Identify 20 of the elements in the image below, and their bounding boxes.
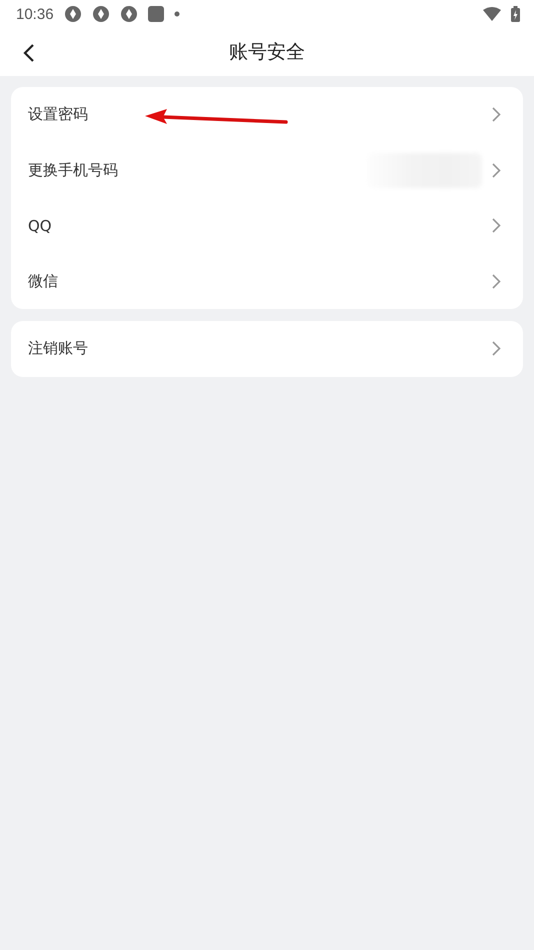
battery-icon bbox=[511, 6, 520, 22]
notification-icon bbox=[64, 5, 82, 23]
settings-row[interactable]: 设置密码 bbox=[11, 87, 523, 142]
settings-row[interactable]: QQ bbox=[11, 198, 523, 254]
chevron-left-icon bbox=[23, 43, 35, 63]
chevron-right-icon bbox=[492, 162, 501, 178]
notification-icon bbox=[92, 5, 110, 23]
square-icon bbox=[148, 6, 164, 22]
settings-row[interactable]: 注销账号 bbox=[11, 321, 523, 376]
chevron-right-icon bbox=[492, 274, 501, 289]
page-title: 账号安全 bbox=[229, 40, 305, 65]
settings-row[interactable]: 更换手机号码 bbox=[11, 142, 523, 198]
chevron-right-icon bbox=[492, 107, 501, 122]
wifi-icon bbox=[483, 7, 501, 21]
settings-row[interactable]: 微信 bbox=[11, 254, 523, 309]
notification-icon bbox=[120, 5, 138, 23]
clock-time: 10:36 bbox=[16, 6, 54, 22]
chevron-right-icon bbox=[492, 218, 501, 234]
chevron-right-icon bbox=[492, 341, 501, 356]
dot-icon bbox=[174, 11, 180, 17]
